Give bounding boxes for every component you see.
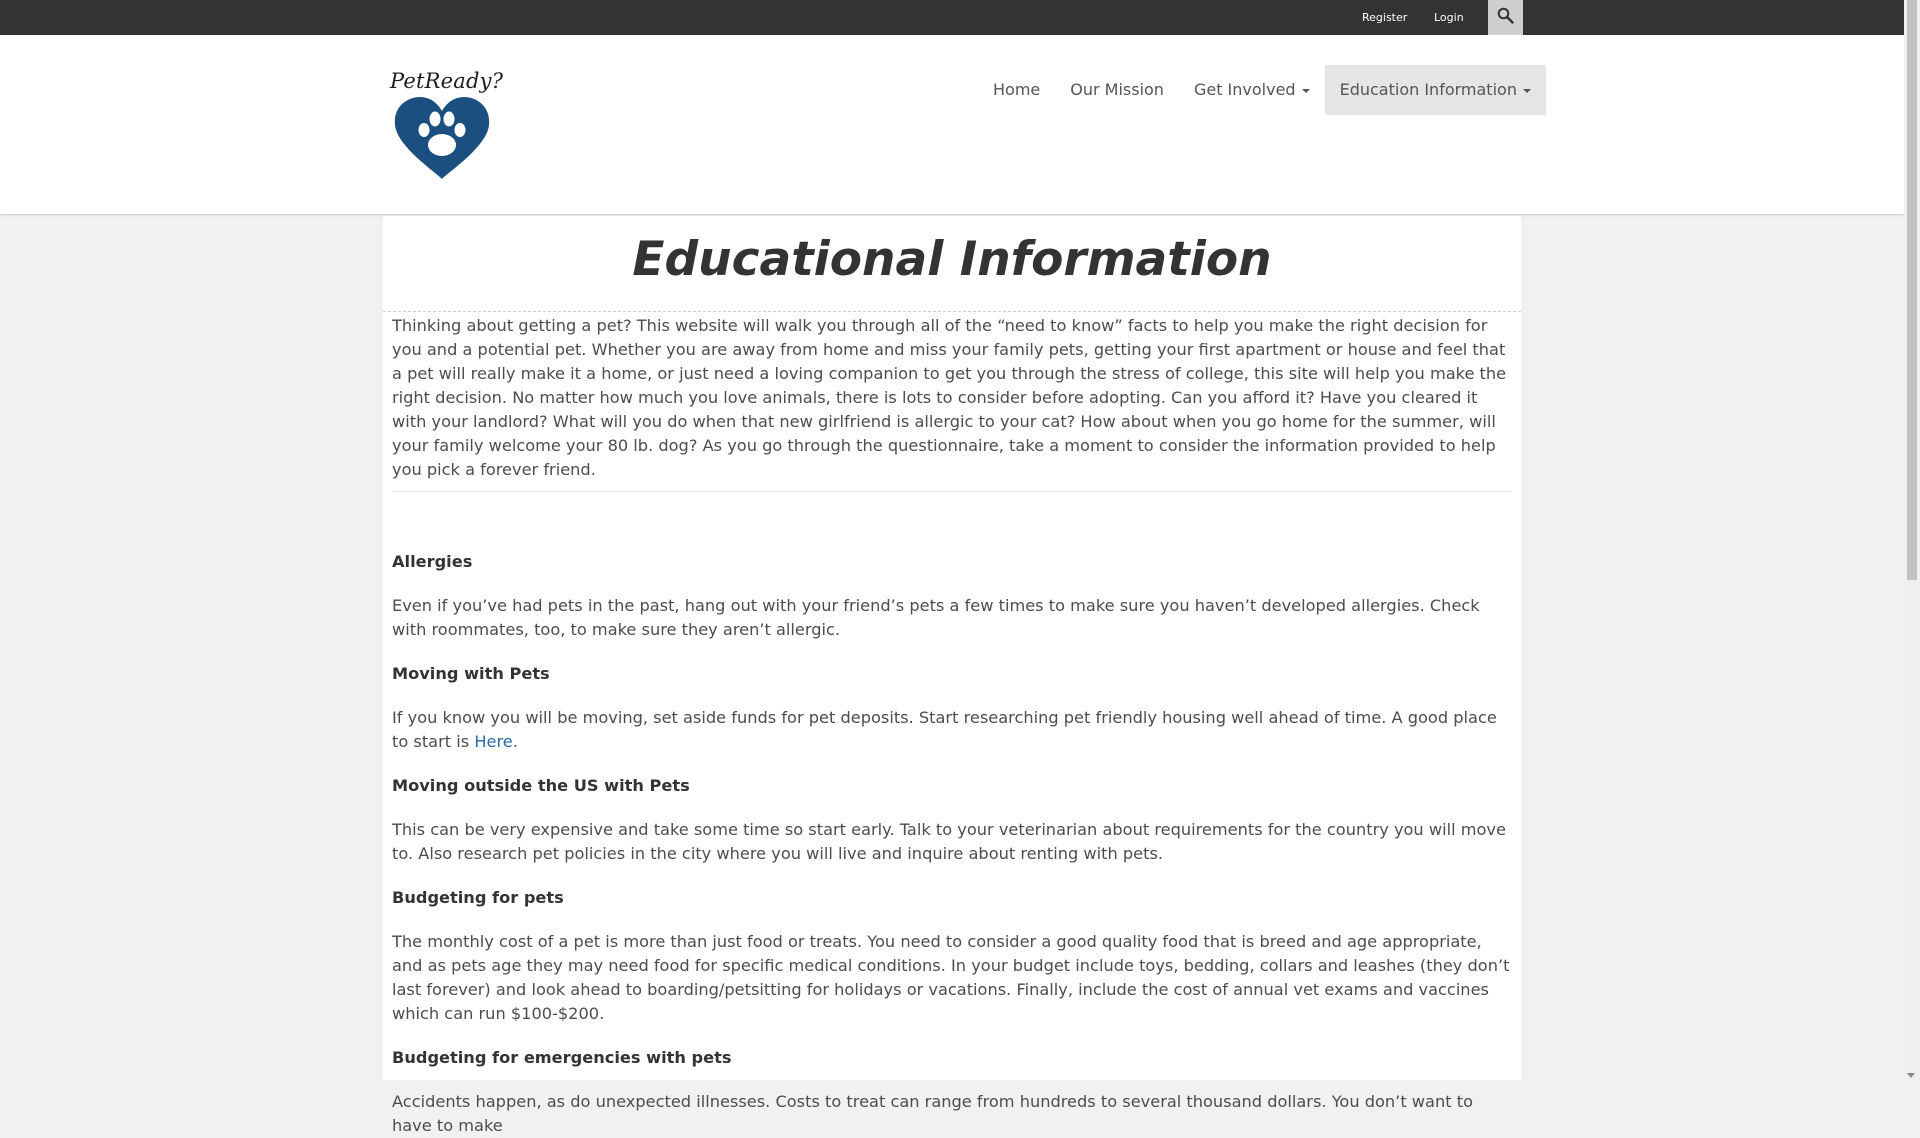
nav-get-involved[interactable]: Get Involved	[1179, 65, 1325, 115]
search-icon	[1497, 7, 1514, 28]
heart-paw-icon	[394, 97, 490, 179]
register-link[interactable]: Register	[1362, 0, 1407, 35]
section-text-emergencies: Accidents happen, as do unexpected illne…	[392, 1092, 1473, 1135]
section-title-moving-outside-us: Moving outside the US with Pets	[392, 776, 690, 795]
top-utility-bar: Register Login	[0, 0, 1904, 35]
section-title-emergencies: Budgeting for emergencies with pets	[392, 1048, 732, 1067]
search-button[interactable]	[1488, 0, 1523, 35]
article-body: Thinking about getting a pet? This websi…	[383, 314, 1521, 1138]
nav-home[interactable]: Home	[978, 65, 1055, 115]
site-logo[interactable]: PetReady?	[390, 69, 504, 181]
logo-text: PetReady?	[390, 69, 504, 93]
section-text-moving-outside-us: This can be very expensive and take some…	[392, 820, 1506, 863]
section-text-budgeting: The monthly cost of a pet is more than j…	[392, 932, 1510, 1023]
login-link[interactable]: Login	[1434, 0, 1464, 35]
scroll-down-arrow-icon[interactable]	[1907, 1073, 1915, 1078]
section-text-allergies: Even if you’ve had pets in the past, han…	[392, 596, 1480, 639]
caret-down-icon	[1301, 88, 1310, 93]
nav-education-information[interactable]: Education Information	[1324, 65, 1546, 115]
here-link[interactable]: Here	[474, 732, 512, 751]
main-content: Educational Information Thinking about g…	[383, 216, 1521, 1135]
section-title-allergies: Allergies	[392, 552, 473, 571]
site-header: PetReady? Home Our Mission Get Involved …	[0, 35, 1904, 215]
nav-our-mission[interactable]: Our Mission	[1055, 65, 1179, 115]
scrollbar-thumb[interactable]	[1907, 0, 1917, 580]
page-title: Educational Information	[383, 216, 1521, 312]
intro-paragraph: Thinking about getting a pet? This websi…	[392, 314, 1512, 492]
caret-down-icon	[1522, 88, 1531, 93]
section-title-budgeting: Budgeting for pets	[392, 888, 564, 907]
page-scrollbar[interactable]	[1904, 0, 1920, 1080]
section-title-moving: Moving with Pets	[392, 664, 550, 683]
section-text-moving: If you know you will be moving, set asid…	[392, 708, 1497, 751]
main-nav: Home Our Mission Get Involved Education …	[978, 65, 1546, 115]
